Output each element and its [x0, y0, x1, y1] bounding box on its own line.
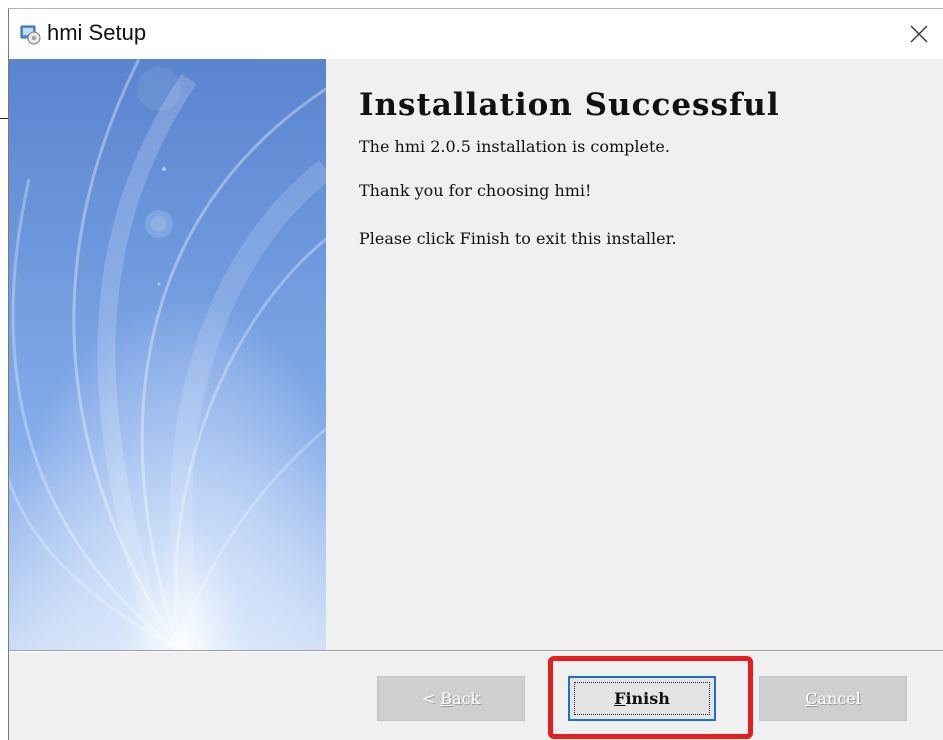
finish-button[interactable]: Finish — [568, 676, 716, 721]
window-title: hmi Setup — [47, 20, 147, 45]
finish-button-mnemonic: F — [614, 689, 626, 708]
finish-button-label: inish — [625, 689, 670, 708]
back-button-mnemonic: B — [440, 689, 453, 708]
button-bar-divider — [9, 650, 943, 652]
side-banner-image — [9, 59, 326, 650]
close-button[interactable] — [894, 9, 943, 59]
finish-instruction: Please click Finish to exit this install… — [359, 229, 677, 248]
close-icon — [910, 25, 928, 43]
setup-window: hmi Setup Installation Successful The hm… — [8, 8, 943, 740]
cancel-button-mnemonic: C — [805, 689, 818, 708]
back-button[interactable]: < Back — [377, 676, 525, 721]
back-button-label: ack — [452, 689, 481, 708]
thank-you-message: Thank you for choosing hmi! — [359, 181, 592, 200]
completion-message: The hmi 2.0.5 installation is complete. — [359, 137, 670, 156]
content-panel: Installation Successful The hmi 2.0.5 in… — [326, 59, 943, 650]
cancel-button-label: ancel — [817, 689, 861, 708]
cancel-button[interactable]: Cancel — [759, 676, 907, 721]
back-button-prefix: < — [421, 689, 441, 708]
title-bar[interactable]: hmi Setup — [9, 9, 943, 59]
page-heading: Installation Successful — [359, 87, 780, 123]
installer-icon — [19, 23, 41, 45]
desktop-edge — [0, 118, 8, 119]
